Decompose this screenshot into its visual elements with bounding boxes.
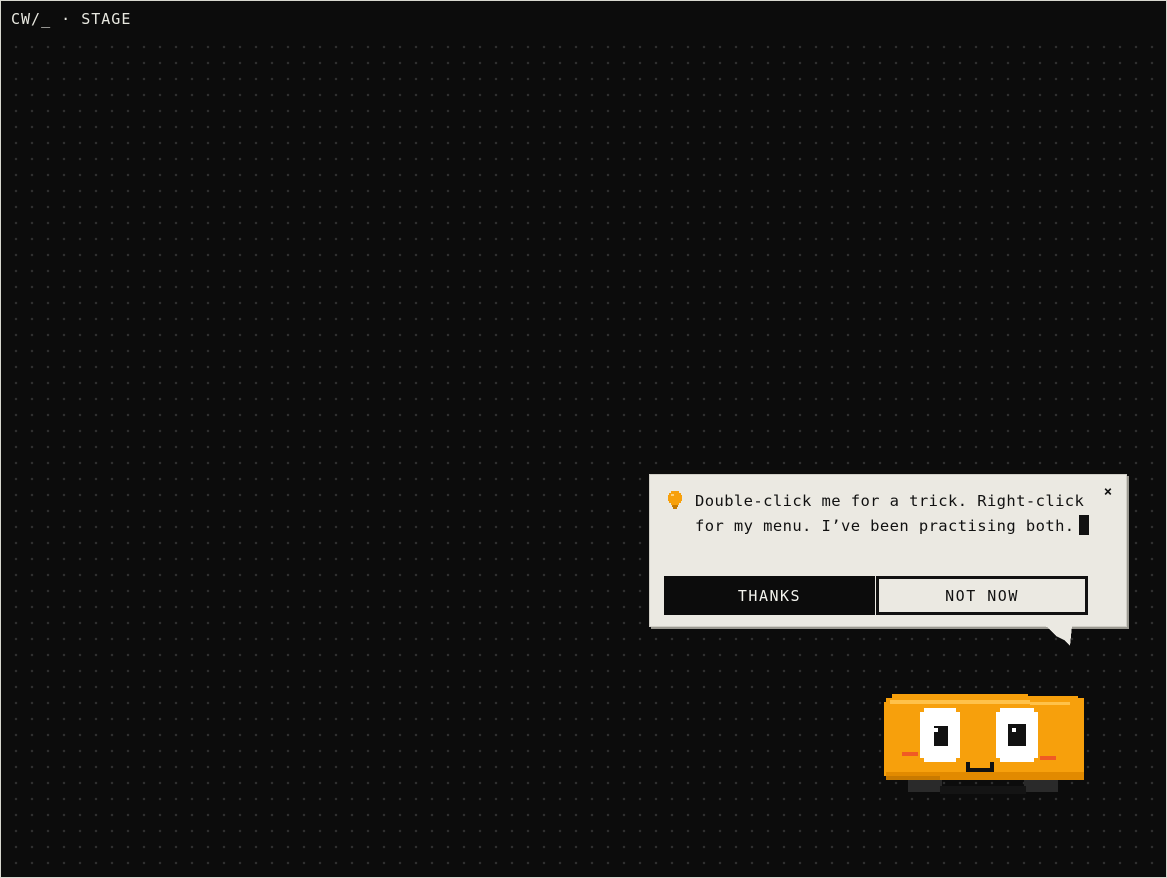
close-button[interactable]: × (1100, 483, 1116, 501)
bubble-message-text: Double-click me for a trick. Right-click… (695, 492, 1085, 535)
mascot-character[interactable] (880, 688, 1090, 800)
bubble-message: Double-click me for a trick. Right-click… (695, 489, 1095, 539)
speech-bubble: × Double-click me for a trick. Right-cli… (649, 474, 1127, 627)
text-cursor (1078, 515, 1089, 535)
bubble-tail (1046, 626, 1072, 646)
lightbulb-icon (668, 491, 682, 509)
bubble-actions: THANKS NOT NOW (664, 576, 1088, 615)
thanks-button[interactable]: THANKS (664, 576, 875, 615)
app-title: CW/_ · STAGE (11, 10, 132, 28)
not-now-button[interactable]: NOT NOW (876, 576, 1088, 615)
header-bar: CW/_ · STAGE (2, 2, 1166, 35)
